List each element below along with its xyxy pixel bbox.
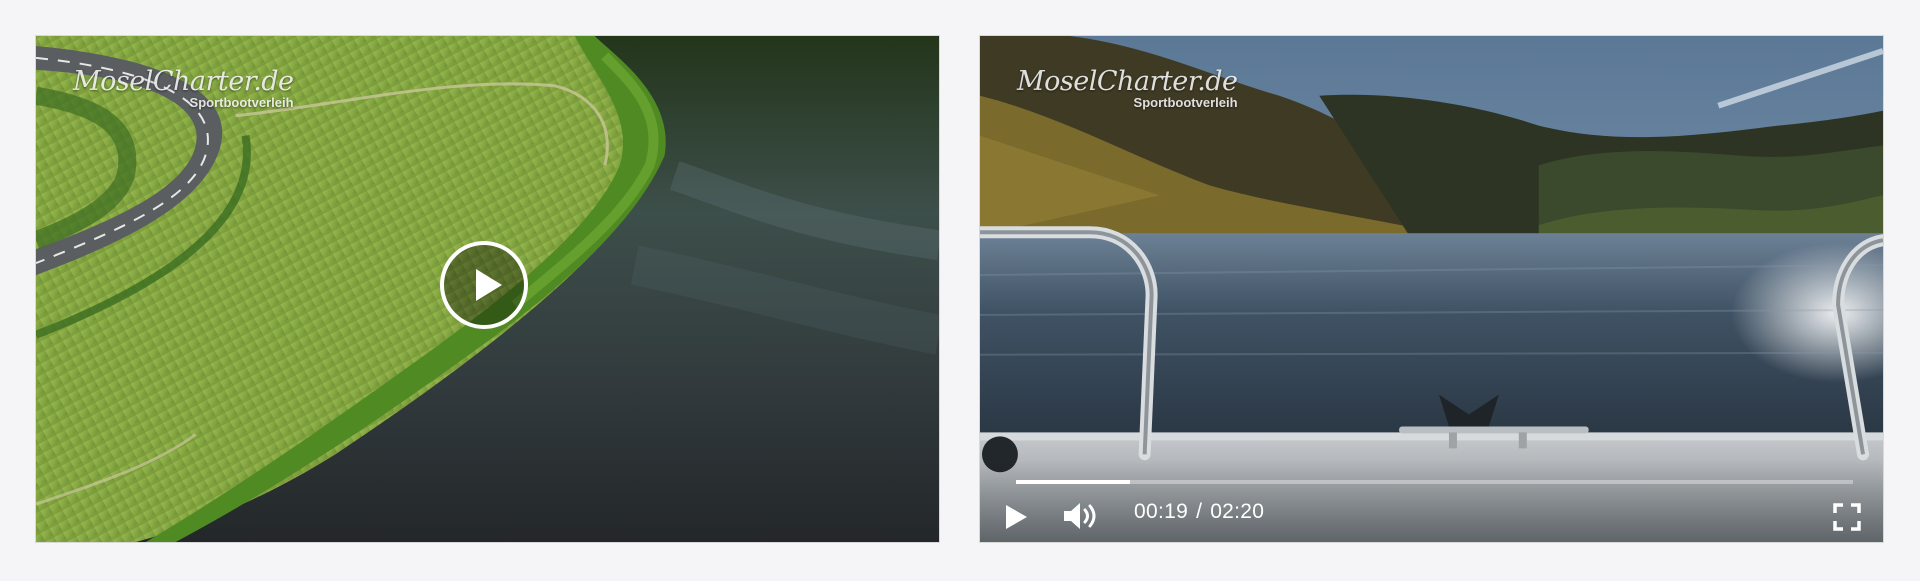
duration: 02:20 — [1210, 500, 1265, 523]
fullscreen-icon — [1833, 503, 1861, 531]
volume-icon — [1064, 503, 1096, 529]
control-bar: 00:19 / 02:20 — [980, 460, 1883, 542]
big-play-button[interactable] — [440, 241, 528, 329]
video-player-2[interactable]: MoselCharter.de Sportbootverleih 00:19/0… — [979, 35, 1884, 543]
volume-button[interactable] — [1062, 500, 1104, 532]
fullscreen-button[interactable] — [1833, 503, 1861, 531]
current-time: 00:19 — [1134, 500, 1189, 523]
video-player-1[interactable]: MoselCharter.de Sportbootverleih — [35, 35, 940, 543]
time-display: 00:19 / 02:20 — [1134, 500, 1264, 524]
time-separator: / — [1196, 500, 1203, 523]
progress-fill — [1016, 480, 1130, 484]
play-icon — [476, 269, 502, 301]
play-icon — [1006, 505, 1027, 529]
progress-bar[interactable] — [1016, 480, 1853, 484]
play-button[interactable] — [1004, 502, 1030, 532]
